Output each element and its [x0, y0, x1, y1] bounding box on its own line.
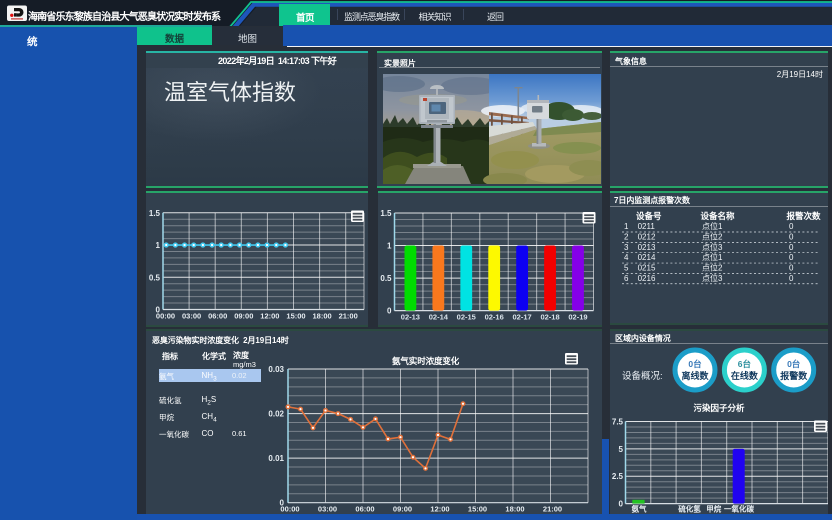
svg-text:03:00: 03:00: [318, 505, 337, 514]
svg-text:1: 1: [387, 242, 392, 251]
svg-text:02-14: 02-14: [429, 313, 449, 322]
svg-text:点位3: 点位3: [702, 242, 723, 252]
svg-text:点位1: 点位1: [702, 252, 723, 262]
svg-text:报警数: 报警数: [780, 370, 808, 381]
svg-text:02-16: 02-16: [485, 313, 504, 322]
svg-text:18:00: 18:00: [505, 505, 524, 514]
svg-text:7.5: 7.5: [612, 418, 624, 427]
svg-text:0: 0: [387, 307, 392, 316]
svg-text:点位2: 点位2: [702, 231, 723, 241]
svg-text:00:00: 00:00: [156, 312, 175, 321]
svg-text:0215: 0215: [638, 264, 656, 273]
svg-text:0213: 0213: [638, 243, 656, 252]
svg-text:0台: 0台: [787, 359, 801, 369]
svg-text:离线数: 离线数: [681, 370, 709, 381]
svg-text:03:00: 03:00: [182, 312, 201, 321]
svg-text:09:00: 09:00: [234, 312, 253, 321]
svg-text:0.02: 0.02: [268, 410, 284, 419]
svg-text:12:00: 12:00: [430, 505, 449, 514]
svg-text:0216: 0216: [638, 274, 656, 283]
svg-text:0.5: 0.5: [149, 273, 161, 282]
svg-text:硫化氢: 硫化氢: [678, 504, 701, 514]
svg-text:6: 6: [624, 274, 629, 283]
svg-text:0: 0: [789, 274, 794, 283]
svg-text:报警次数: 报警次数: [787, 211, 822, 221]
svg-text:氨气: 氨气: [632, 504, 647, 514]
svg-text:0214: 0214: [638, 253, 656, 262]
svg-text:2.5: 2.5: [612, 472, 624, 481]
svg-text:06:00: 06:00: [208, 312, 227, 321]
svg-text:0: 0: [789, 232, 794, 241]
svg-text:21:00: 21:00: [543, 505, 562, 514]
svg-text:4: 4: [624, 253, 629, 262]
svg-text:甲烷: 甲烷: [706, 504, 721, 514]
svg-text:02-15: 02-15: [457, 313, 476, 322]
svg-text:1.5: 1.5: [149, 209, 161, 218]
svg-text:0台: 0台: [688, 359, 702, 369]
svg-text:02-13: 02-13: [401, 313, 420, 322]
svg-text:1: 1: [156, 241, 161, 250]
svg-text:一氧化碳: 一氧化碳: [724, 504, 754, 514]
svg-text:0211: 0211: [638, 222, 656, 231]
svg-text:0212: 0212: [638, 232, 656, 241]
svg-text:0.5: 0.5: [380, 274, 392, 283]
svg-text:点位2: 点位2: [702, 263, 723, 273]
svg-text:2: 2: [624, 232, 629, 241]
svg-text:0: 0: [789, 222, 794, 231]
svg-text:0: 0: [789, 264, 794, 273]
svg-text:0.01: 0.01: [268, 454, 284, 463]
svg-text:15:00: 15:00: [286, 312, 305, 321]
svg-text:0.03: 0.03: [268, 365, 284, 374]
svg-text:02-18: 02-18: [540, 313, 559, 322]
svg-text:0: 0: [619, 500, 624, 509]
svg-text:设备号: 设备号: [636, 211, 662, 221]
svg-text:18:00: 18:00: [313, 312, 332, 321]
svg-text:5: 5: [624, 264, 629, 273]
svg-text:6台: 6台: [738, 359, 752, 369]
svg-text:点位3: 点位3: [702, 273, 723, 283]
svg-text:09:00: 09:00: [393, 505, 412, 514]
svg-text:在线数: 在线数: [731, 370, 759, 381]
svg-text:0: 0: [789, 243, 794, 252]
svg-text:02-19: 02-19: [568, 313, 587, 322]
svg-text:15:00: 15:00: [468, 505, 487, 514]
svg-text:12:00: 12:00: [260, 312, 279, 321]
svg-text:0: 0: [789, 253, 794, 262]
svg-text:06:00: 06:00: [355, 505, 374, 514]
svg-text:1.5: 1.5: [380, 209, 392, 218]
svg-text:21:00: 21:00: [339, 312, 358, 321]
svg-text:00:00: 00:00: [280, 505, 299, 514]
svg-text:3: 3: [624, 243, 629, 252]
svg-text:02-17: 02-17: [513, 313, 532, 322]
svg-text:5: 5: [619, 445, 624, 454]
svg-text:1: 1: [624, 222, 629, 231]
svg-text:点位1: 点位1: [702, 221, 723, 231]
svg-text:设备名称: 设备名称: [701, 211, 736, 221]
